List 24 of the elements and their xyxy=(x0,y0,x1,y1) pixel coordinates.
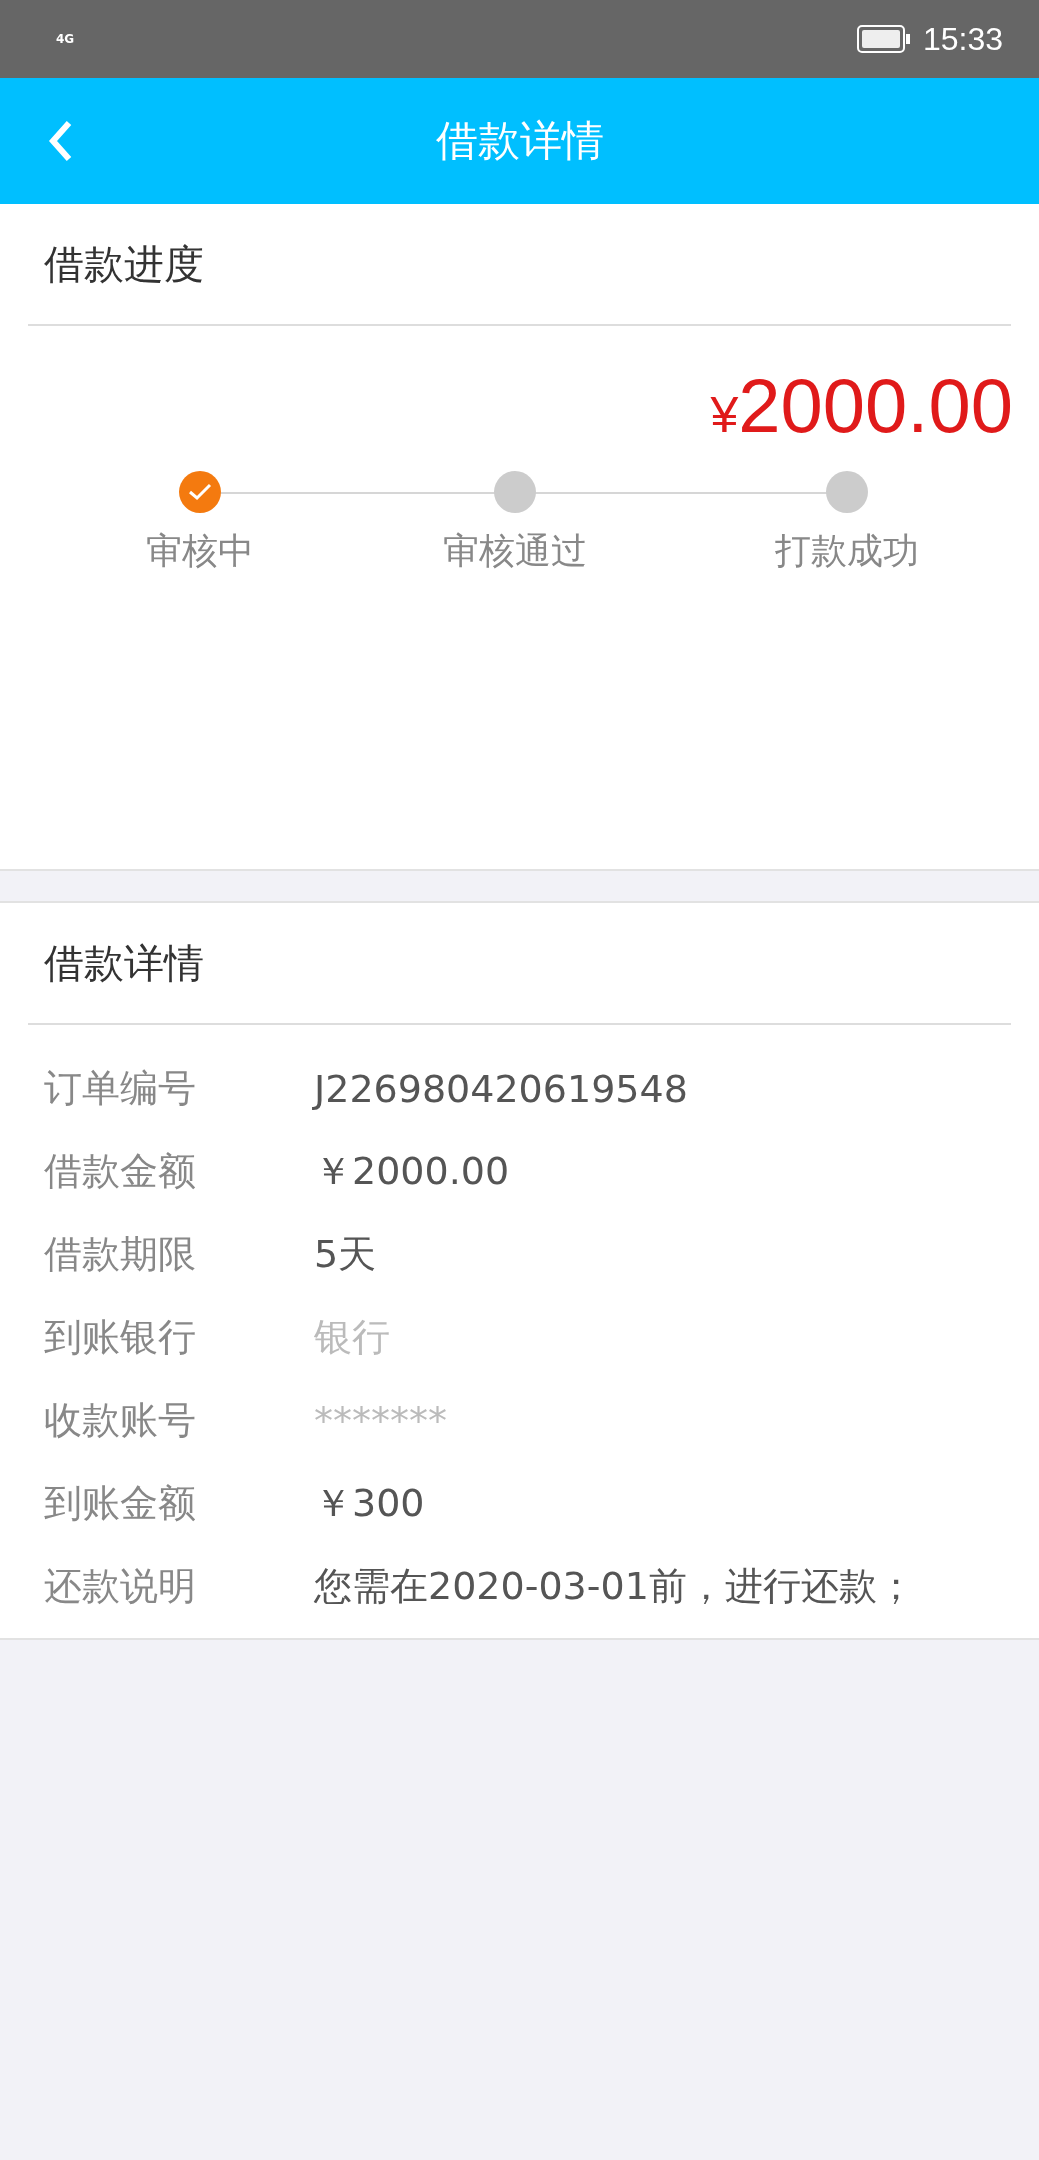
page-title: 借款详情 xyxy=(435,115,604,167)
detail-label: 借款金额 xyxy=(44,1148,197,1195)
detail-label: 订单编号 xyxy=(44,1065,197,1112)
network-label: 4G xyxy=(56,32,75,46)
detail-label: 借款期限 xyxy=(44,1231,197,1278)
detail-label: 还款说明 xyxy=(44,1563,197,1610)
detail-value: 5天 xyxy=(314,1231,377,1278)
detail-label: 到账金额 xyxy=(44,1480,197,1527)
loan-amount: ¥2000.00 xyxy=(710,362,1013,449)
section-title: 借款进度 xyxy=(43,239,204,289)
step-label: 审核通过 xyxy=(442,529,587,573)
detail-value: ￥300 xyxy=(314,1480,425,1527)
detail-value: ******* xyxy=(314,1398,447,1443)
step-label: 打款成功 xyxy=(775,529,919,573)
battery-icon xyxy=(856,25,911,53)
detail-value: 您需在2020-03-01前，进行还款； xyxy=(314,1563,915,1610)
section-title: 借款详情 xyxy=(43,938,204,988)
detail-label: 到账银行 xyxy=(44,1314,197,1361)
detail-value: 银行 xyxy=(314,1314,390,1361)
step-label: 审核中 xyxy=(146,529,254,573)
detail-value: J226980420619548 xyxy=(314,1066,688,1111)
clock: 15:33 xyxy=(922,20,1003,58)
detail-value: ￥2000.00 xyxy=(314,1148,510,1195)
detail-label: 收款账号 xyxy=(44,1397,197,1444)
